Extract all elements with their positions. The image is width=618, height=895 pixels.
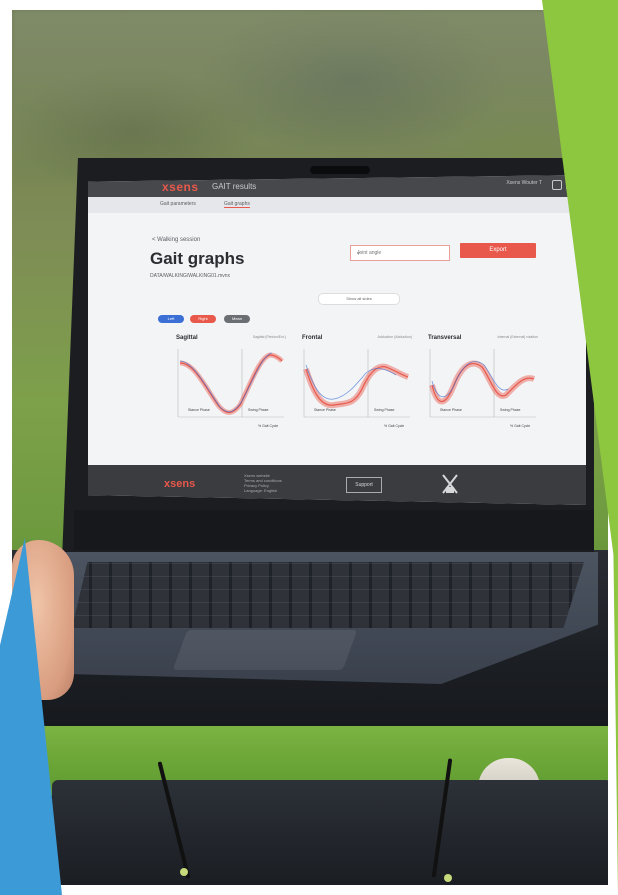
chart-frontal: Frontal Adduction (Abduction) Stance Pha…	[300, 335, 412, 435]
swing-label: Swing Phase	[248, 408, 268, 412]
tab-gait-graphs[interactable]: Gait graphs	[224, 201, 250, 208]
chart-title: Transversal	[428, 335, 462, 341]
header-logo[interactable]: xsens	[162, 180, 199, 194]
show-all-toggle[interactable]: Show all sides	[318, 293, 400, 305]
export-button[interactable]: Export	[460, 243, 536, 258]
file-name: DATA/WALKING/WALKING01.mvnx	[150, 273, 231, 279]
stance-label: Stance Phase	[314, 408, 336, 412]
app-title: GAIT results	[212, 182, 257, 191]
certification-logo-icon	[442, 474, 458, 494]
user-icon[interactable]	[552, 180, 562, 190]
trackpad	[172, 630, 358, 670]
stance-label: Stance Phase	[440, 408, 462, 412]
laptop-stand	[52, 780, 608, 885]
keyboard	[72, 562, 584, 628]
chart-title: Frontal	[302, 335, 323, 341]
blurred-background	[12, 10, 608, 180]
footer-logo[interactable]: xsens	[164, 478, 195, 490]
x-axis-label: % Gait Cycle	[384, 424, 404, 428]
back-link[interactable]: < Walking session	[152, 237, 200, 243]
laptop-screen: xsens GAIT results Xsens Wouter T Gait p…	[88, 175, 586, 505]
x-axis-label: % Gait Cycle	[258, 424, 278, 428]
screen-bezel	[74, 510, 594, 550]
tab-gait-parameters[interactable]: Gait parameters	[160, 201, 196, 207]
joint-dropdown[interactable]: Joint angle ▾	[350, 245, 450, 261]
chevron-down-icon: ▾	[357, 251, 361, 257]
pill-right[interactable]: Right	[190, 315, 216, 323]
pill-mean[interactable]: Mean	[224, 315, 250, 323]
webcam	[310, 166, 370, 174]
support-button[interactable]: Support	[346, 477, 382, 493]
chart-plot: Stance Phase Swing Phase % Gait Cycle	[177, 349, 284, 428]
swing-label: Swing Phase	[374, 408, 394, 412]
cable-tip	[444, 874, 452, 882]
chart-plot: Stance Phase Swing Phase % Gait Cycle	[303, 349, 410, 428]
chart-subtitle: Internal (External) rotation	[497, 335, 538, 339]
chart-title: Sagittal	[176, 335, 198, 341]
user-name[interactable]: Xsens Wouter T	[506, 180, 542, 186]
stance-label: Stance Phase	[188, 408, 210, 412]
sub-navigation: Gait parameters Gait graphs	[88, 197, 586, 213]
chart-sagittal: Sagittal Sagittal (Flexion/Ext.) Stance …	[174, 335, 286, 435]
pill-left[interactable]: Left	[158, 315, 184, 323]
cable-tip	[180, 868, 188, 876]
photo-frame: xsens GAIT results Xsens Wouter T Gait p…	[0, 0, 618, 895]
chart-plot: Stance Phase Swing Phase % Gait Cycle	[429, 349, 536, 428]
page-title: Gait graphs	[150, 249, 245, 268]
swing-label: Swing Phase	[500, 408, 520, 412]
chart-subtitle: Sagittal (Flexion/Ext.)	[252, 335, 286, 339]
chart-transversal: Transversal Internal (External) rotation…	[426, 335, 538, 435]
export-label: Export	[489, 247, 507, 253]
x-axis-label: % Gait Cycle	[510, 424, 530, 428]
chart-subtitle: Adduction (Abduction)	[377, 335, 412, 339]
footer-links[interactable]: Xsens website Terms and conditions Priva…	[244, 473, 282, 493]
